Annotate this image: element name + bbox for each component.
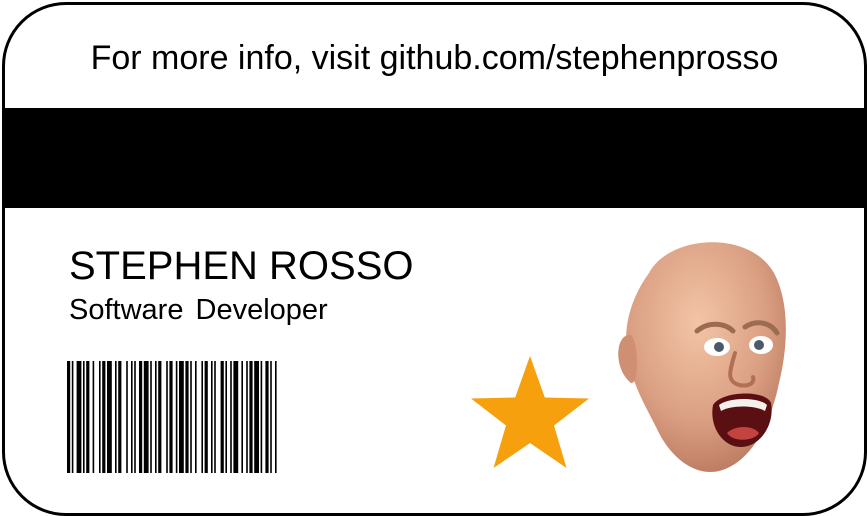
star-icon <box>471 356 589 468</box>
barcode-icon <box>67 361 277 473</box>
info-text: For more info, visit github.com/stephenp… <box>90 39 779 77</box>
avatar <box>618 242 786 472</box>
person-title: Software Developer <box>69 294 328 326</box>
id-card: For more info, visit github.com/stephenp… <box>2 2 867 516</box>
magnetic-stripe <box>5 108 864 208</box>
person-name: STEPHEN ROSSO <box>69 244 414 288</box>
